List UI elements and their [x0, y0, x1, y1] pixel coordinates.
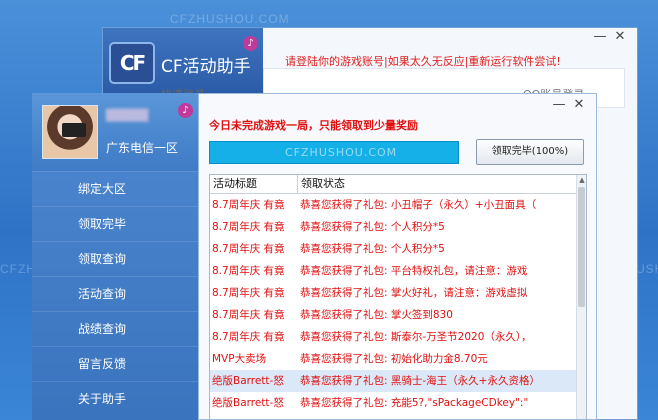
cell-title: 8.7周年庆 有竟 [212, 287, 285, 299]
menu-item-about[interactable]: 关于助手 [32, 381, 202, 416]
app-title: CF活动助手 [161, 57, 251, 77]
close-button[interactable]: ✕ [613, 30, 627, 44]
progress-watermark: CFZHUSHOU.COM [285, 146, 398, 159]
scroll-thumb[interactable] [578, 187, 585, 307]
cell-status: 恭喜您获得了礼包: 斯泰尔-万圣节2020（永久）， [300, 331, 532, 343]
column-header-title[interactable]: 活动标题 [210, 175, 298, 193]
user-profile: █████ 广东电信一区 ♪ [32, 93, 202, 171]
popup-close-button[interactable]: ✕ [572, 98, 586, 112]
popup-message: 今日未完成游戏一局，只能领取到少量奖励 [209, 119, 418, 132]
menu-item-claim-done[interactable]: 领取完毕 [32, 206, 202, 241]
avatar-badge [62, 123, 86, 137]
claim-popup: — ✕ 今日未完成游戏一局，只能领取到少量奖励 CFZHUSHOU.COM 领取… [198, 93, 597, 420]
login-message: 请登陆你的游戏账号|如果太久无反应|重新运行软件尝试! [285, 55, 561, 68]
cell-title: 绝版Barrett-怒 [212, 375, 284, 387]
cell-status: 恭喜您获得了礼包: 初始化助力金8.70元 [300, 353, 488, 365]
cell-title: 绝版Barrett-怒 [212, 397, 284, 409]
table-row[interactable]: 8.7周年庆 有竟 恭喜您获得了礼包: 掌火签到830 [210, 304, 586, 326]
background-watermark: CFZHUSHOU.COM [170, 12, 290, 26]
cell-status: 恭喜您获得了礼包: M4A1-雷神（3天），请注意： [298, 414, 574, 419]
progress-bar: CFZHUSHOU.COM [209, 141, 459, 164]
cell-status: 恭喜您获得了礼包: 小丑帽子（永久）+小丑面具（ [300, 199, 537, 211]
table-row[interactable]: 绝版Barrett-怒 恭喜您获得了礼包: 黑骑士-海王（永久+永久资格） [210, 370, 586, 392]
menu-item-feedback[interactable]: 留言反馈 [32, 346, 202, 381]
minimize-button[interactable]: — [593, 30, 607, 44]
table-row[interactable]: 绝版Barrett-怒恭喜您获得了礼包: M4A1-雷神（3天），请注意： [210, 414, 586, 419]
skin-icon[interactable]: ♪ [243, 36, 258, 51]
table-row[interactable]: 绝版Barrett-怒 恭喜您获得了礼包: 充能5?,"sPackageCDkey… [210, 392, 586, 414]
result-table: 活动标题 领取状态 8.7周年庆 有竟 恭喜您获得了礼包: 小丑帽子（永久）+小丑… [209, 174, 587, 419]
server-label: 广东电信一区 [106, 141, 179, 155]
menu-item-record-query[interactable]: 战绩查询 [32, 311, 202, 346]
cell-status: 恭喜您获得了礼包: 平台特权礼包，请注意：游戏 [300, 265, 528, 277]
cell-title: 绝版Barrett-怒 [210, 414, 298, 419]
table-row[interactable]: 8.7周年庆 有竟 恭喜您获得了礼包: 小丑帽子（永久）+小丑面具（ [210, 194, 586, 216]
sidebar: █████ 广东电信一区 ♪ 绑定大区 领取完毕 领取查询 活动查询 战绩查询 … [32, 93, 202, 420]
column-header-status[interactable]: 领取状态 [298, 175, 574, 193]
popup-minimize-button[interactable]: — [552, 98, 566, 112]
cell-status: 恭喜您获得了礼包: 个人积分*5 [300, 221, 445, 233]
table-row[interactable]: 8.7周年庆 有竟 恭喜您获得了礼包: 个人积分*5 [210, 238, 586, 260]
table-row[interactable]: MVP大卖场 恭喜您获得了礼包: 初始化助力金8.70元 [210, 348, 586, 370]
scroll-up-icon[interactable]: ▲ [577, 175, 586, 185]
username-blurred: █████ [106, 109, 149, 122]
table-row[interactable]: 8.7周年庆 有竟 恭喜您获得了礼包: 斯泰尔-万圣节2020（永久）， [210, 326, 586, 348]
sidebar-menu: 绑定大区 领取完毕 领取查询 活动查询 战绩查询 留言反馈 关于助手 [32, 171, 202, 416]
table-row[interactable]: 8.7周年庆 有竟 恭喜您获得了礼包: 个人积分*5 [210, 216, 586, 238]
cell-title: 8.7周年庆 有竟 [212, 309, 285, 321]
cell-status: 恭喜您获得了礼包: 个人积分*5 [300, 243, 445, 255]
table-header: 活动标题 领取状态 [210, 175, 586, 194]
cell-title: 8.7周年庆 有竟 [212, 265, 285, 277]
cell-title: 8.7周年庆 有竟 [212, 331, 285, 343]
menu-item-claim-query[interactable]: 领取查询 [32, 241, 202, 276]
cell-status: 恭喜您获得了礼包: 充能5?,"sPackageCDkey":" [300, 397, 529, 409]
menu-item-event-query[interactable]: 活动查询 [32, 276, 202, 311]
table-row[interactable]: 8.7周年庆 有竟 恭喜您获得了礼包: 掌火好礼，请注意：游戏虚拟 [210, 282, 586, 304]
cell-status: 恭喜您获得了礼包: 黑骑士-海王（永久+永久资格） [300, 375, 540, 387]
table-scrollbar[interactable]: ▲ [576, 175, 586, 419]
cell-status: 恭喜您获得了礼包: 掌火签到830 [300, 309, 453, 321]
cell-title: 8.7周年庆 有竟 [212, 199, 285, 211]
cell-status: 恭喜您获得了礼包: 掌火好礼，请注意：游戏虚拟 [300, 287, 528, 299]
app-logo: CF [109, 42, 155, 84]
menu-item-bind-region[interactable]: 绑定大区 [32, 171, 202, 206]
table-body: 8.7周年庆 有竟 恭喜您获得了礼包: 小丑帽子（永久）+小丑面具（ 8.7周年庆 … [210, 194, 586, 419]
cell-title: MVP大卖场 [212, 353, 267, 365]
cell-title: 8.7周年庆 有竟 [212, 243, 285, 255]
table-row[interactable]: 8.7周年庆 有竟 恭喜您获得了礼包: 平台特权礼包，请注意：游戏 [210, 260, 586, 282]
skin-icon[interactable]: ♪ [178, 103, 193, 118]
cell-title: 8.7周年庆 有竟 [212, 221, 285, 233]
claim-done-button[interactable]: 领取完毕(100%) [476, 139, 584, 165]
